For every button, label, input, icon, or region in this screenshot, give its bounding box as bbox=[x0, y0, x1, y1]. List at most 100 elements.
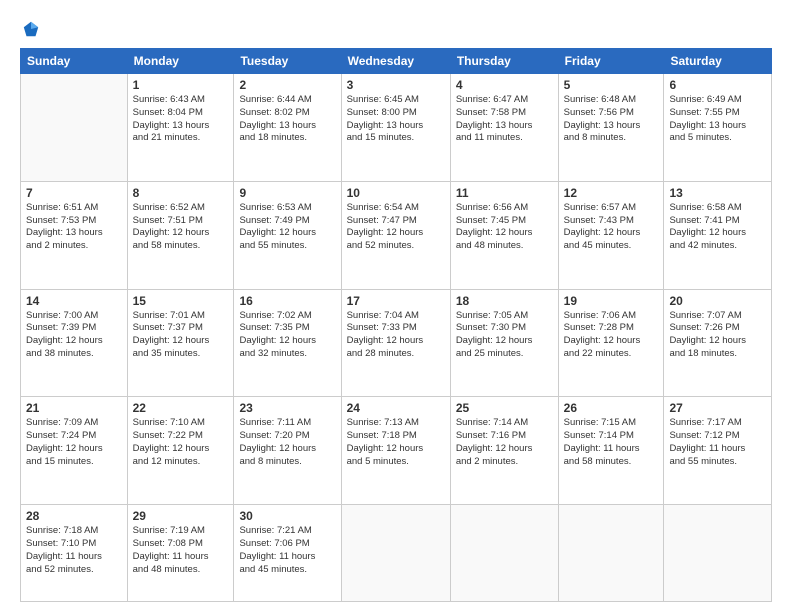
calendar-cell: 22Sunrise: 7:10 AMSunset: 7:22 PMDayligh… bbox=[127, 397, 234, 505]
day-number: 16 bbox=[239, 294, 335, 308]
calendar-table: SundayMondayTuesdayWednesdayThursdayFrid… bbox=[20, 48, 772, 602]
calendar-cell: 11 Sunrise: 6:56 AMSunset: 7:45 PMDayligh… bbox=[450, 181, 558, 289]
calendar-cell bbox=[450, 505, 558, 602]
day-number: 8 bbox=[133, 186, 229, 200]
header-sunday: Sunday bbox=[21, 49, 128, 74]
week-row-3: 21 Sunrise: 7:09 AMSunset: 7:24 PMDayligh… bbox=[21, 397, 772, 505]
day-number: 15 bbox=[133, 294, 229, 308]
calendar-cell: 29 Sunrise: 7:19 AMSunset: 7:08 PMDayligh… bbox=[127, 505, 234, 602]
cell-content: Sunrise: 6:54 AMSunset: 7:47 PMDaylight:… bbox=[347, 202, 445, 253]
cell-content: Sunrise: 7:02 AMSunset: 7:35 PMDaylight:… bbox=[239, 310, 335, 361]
day-number: 1 bbox=[133, 78, 229, 92]
calendar-cell: 18 Sunrise: 7:05 AMSunset: 7:30 PMDayligh… bbox=[450, 289, 558, 397]
calendar-cell: 19 Sunrise: 7:06 AMSunset: 7:28 PMDayligh… bbox=[558, 289, 664, 397]
day-number: 29 bbox=[133, 509, 229, 523]
calendar-cell: 25 Sunrise: 7:14 AMSunset: 7:16 PMDayligh… bbox=[450, 397, 558, 505]
calendar-cell: 14Sunrise: 7:00 AMSunset: 7:39 PMDayligh… bbox=[21, 289, 128, 397]
cell-content: Sunrise: 6:52 AMSunset: 7:51 PMDaylight:… bbox=[133, 202, 229, 253]
week-row-1: 7 Sunrise: 6:51 AMSunset: 7:53 PMDaylight… bbox=[21, 181, 772, 289]
cell-content: Sunrise: 6:43 AMSunset: 8:04 PMDaylight:… bbox=[133, 94, 229, 145]
header-monday: Monday bbox=[127, 49, 234, 74]
cell-content: Sunrise: 7:06 AMSunset: 7:28 PMDaylight:… bbox=[564, 310, 659, 361]
calendar-cell: 8 Sunrise: 6:52 AMSunset: 7:51 PMDaylight… bbox=[127, 181, 234, 289]
day-number: 12 bbox=[564, 186, 659, 200]
calendar-cell: 12 Sunrise: 6:57 AMSunset: 7:43 PMDayligh… bbox=[558, 181, 664, 289]
day-number: 14 bbox=[26, 294, 122, 308]
header-thursday: Thursday bbox=[450, 49, 558, 74]
header-wednesday: Wednesday bbox=[341, 49, 450, 74]
cell-content: Sunrise: 6:45 AMSunset: 8:00 PMDaylight:… bbox=[347, 94, 445, 145]
cell-content: Sunrise: 7:01 AMSunset: 7:37 PMDaylight:… bbox=[133, 310, 229, 361]
calendar-cell: 2Sunrise: 6:44 AMSunset: 8:02 PMDaylight… bbox=[234, 74, 341, 182]
day-number: 11 bbox=[456, 186, 553, 200]
cell-content: Sunrise: 6:57 AMSunset: 7:43 PMDaylight:… bbox=[564, 202, 659, 253]
calendar-cell: 4 Sunrise: 6:47 AMSunset: 7:58 PMDaylight… bbox=[450, 74, 558, 182]
day-number: 26 bbox=[564, 401, 659, 415]
day-number: 27 bbox=[669, 401, 766, 415]
week-row-2: 14Sunrise: 7:00 AMSunset: 7:39 PMDayligh… bbox=[21, 289, 772, 397]
week-row-0: 1 Sunrise: 6:43 AMSunset: 8:04 PMDaylight… bbox=[21, 74, 772, 182]
header-saturday: Saturday bbox=[664, 49, 772, 74]
cell-content: Sunrise: 6:58 AMSunset: 7:41 PMDaylight:… bbox=[669, 202, 766, 253]
cell-content: Sunrise: 7:21 AMSunset: 7:06 PMDaylight:… bbox=[239, 525, 335, 576]
logo-icon bbox=[22, 20, 40, 38]
day-number: 18 bbox=[456, 294, 553, 308]
cell-content: Sunrise: 7:14 AMSunset: 7:16 PMDaylight:… bbox=[456, 417, 553, 468]
day-number: 21 bbox=[26, 401, 122, 415]
day-number: 25 bbox=[456, 401, 553, 415]
calendar-cell: 7 Sunrise: 6:51 AMSunset: 7:53 PMDaylight… bbox=[21, 181, 128, 289]
calendar-cell: 3 Sunrise: 6:45 AMSunset: 8:00 PMDaylight… bbox=[341, 74, 450, 182]
cell-content: Sunrise: 6:51 AMSunset: 7:53 PMDaylight:… bbox=[26, 202, 122, 253]
calendar-cell bbox=[558, 505, 664, 602]
cell-content: Sunrise: 7:19 AMSunset: 7:08 PMDaylight:… bbox=[133, 525, 229, 576]
day-number: 10 bbox=[347, 186, 445, 200]
week-row-4: 28 Sunrise: 7:18 AMSunset: 7:10 PMDayligh… bbox=[21, 505, 772, 602]
cell-content: Sunrise: 6:44 AMSunset: 8:02 PMDaylight:… bbox=[239, 94, 335, 145]
day-number: 4 bbox=[456, 78, 553, 92]
day-number: 20 bbox=[669, 294, 766, 308]
cell-content: Sunrise: 6:56 AMSunset: 7:45 PMDaylight:… bbox=[456, 202, 553, 253]
logo bbox=[20, 20, 40, 38]
cell-content: Sunrise: 7:18 AMSunset: 7:10 PMDaylight:… bbox=[26, 525, 122, 576]
day-number: 24 bbox=[347, 401, 445, 415]
day-number: 30 bbox=[239, 509, 335, 523]
calendar-cell: 28 Sunrise: 7:18 AMSunset: 7:10 PMDayligh… bbox=[21, 505, 128, 602]
cell-content: Sunrise: 6:48 AMSunset: 7:56 PMDaylight:… bbox=[564, 94, 659, 145]
calendar-cell: 30 Sunrise: 7:21 AMSunset: 7:06 PMDayligh… bbox=[234, 505, 341, 602]
day-number: 7 bbox=[26, 186, 122, 200]
cell-content: Sunrise: 7:15 AMSunset: 7:14 PMDaylight:… bbox=[564, 417, 659, 468]
calendar-cell: 24 Sunrise: 7:13 AMSunset: 7:18 PMDayligh… bbox=[341, 397, 450, 505]
header-row: SundayMondayTuesdayWednesdayThursdayFrid… bbox=[21, 49, 772, 74]
header-tuesday: Tuesday bbox=[234, 49, 341, 74]
day-number: 6 bbox=[669, 78, 766, 92]
cell-content: Sunrise: 7:09 AMSunset: 7:24 PMDaylight:… bbox=[26, 417, 122, 468]
cell-content: Sunrise: 7:10 AMSunset: 7:22 PMDaylight:… bbox=[133, 417, 229, 468]
calendar-cell: 23Sunrise: 7:11 AMSunset: 7:20 PMDayligh… bbox=[234, 397, 341, 505]
calendar-cell: 5 Sunrise: 6:48 AMSunset: 7:56 PMDaylight… bbox=[558, 74, 664, 182]
day-number: 9 bbox=[239, 186, 335, 200]
cell-content: Sunrise: 7:05 AMSunset: 7:30 PMDaylight:… bbox=[456, 310, 553, 361]
cell-content: Sunrise: 7:07 AMSunset: 7:26 PMDaylight:… bbox=[669, 310, 766, 361]
calendar-cell: 6Sunrise: 6:49 AMSunset: 7:55 PMDaylight… bbox=[664, 74, 772, 182]
calendar-cell: 15 Sunrise: 7:01 AMSunset: 7:37 PMDayligh… bbox=[127, 289, 234, 397]
page: SundayMondayTuesdayWednesdayThursdayFrid… bbox=[0, 0, 792, 612]
header bbox=[20, 20, 772, 38]
day-number: 19 bbox=[564, 294, 659, 308]
day-number: 28 bbox=[26, 509, 122, 523]
calendar-cell bbox=[341, 505, 450, 602]
day-number: 13 bbox=[669, 186, 766, 200]
calendar-cell: 27 Sunrise: 7:17 AMSunset: 7:12 PMDayligh… bbox=[664, 397, 772, 505]
cell-content: Sunrise: 7:11 AMSunset: 7:20 PMDaylight:… bbox=[239, 417, 335, 468]
calendar-cell: 21 Sunrise: 7:09 AMSunset: 7:24 PMDayligh… bbox=[21, 397, 128, 505]
calendar-cell: 17Sunrise: 7:04 AMSunset: 7:33 PMDayligh… bbox=[341, 289, 450, 397]
calendar-cell: 16 Sunrise: 7:02 AMSunset: 7:35 PMDayligh… bbox=[234, 289, 341, 397]
day-number: 17 bbox=[347, 294, 445, 308]
day-number: 3 bbox=[347, 78, 445, 92]
calendar-cell: 1 Sunrise: 6:43 AMSunset: 8:04 PMDaylight… bbox=[127, 74, 234, 182]
cell-content: Sunrise: 7:17 AMSunset: 7:12 PMDaylight:… bbox=[669, 417, 766, 468]
calendar-cell: 26 Sunrise: 7:15 AMSunset: 7:14 PMDayligh… bbox=[558, 397, 664, 505]
cell-content: Sunrise: 6:47 AMSunset: 7:58 PMDaylight:… bbox=[456, 94, 553, 145]
day-number: 5 bbox=[564, 78, 659, 92]
cell-content: Sunrise: 7:13 AMSunset: 7:18 PMDaylight:… bbox=[347, 417, 445, 468]
calendar-cell: 10 Sunrise: 6:54 AMSunset: 7:47 PMDayligh… bbox=[341, 181, 450, 289]
